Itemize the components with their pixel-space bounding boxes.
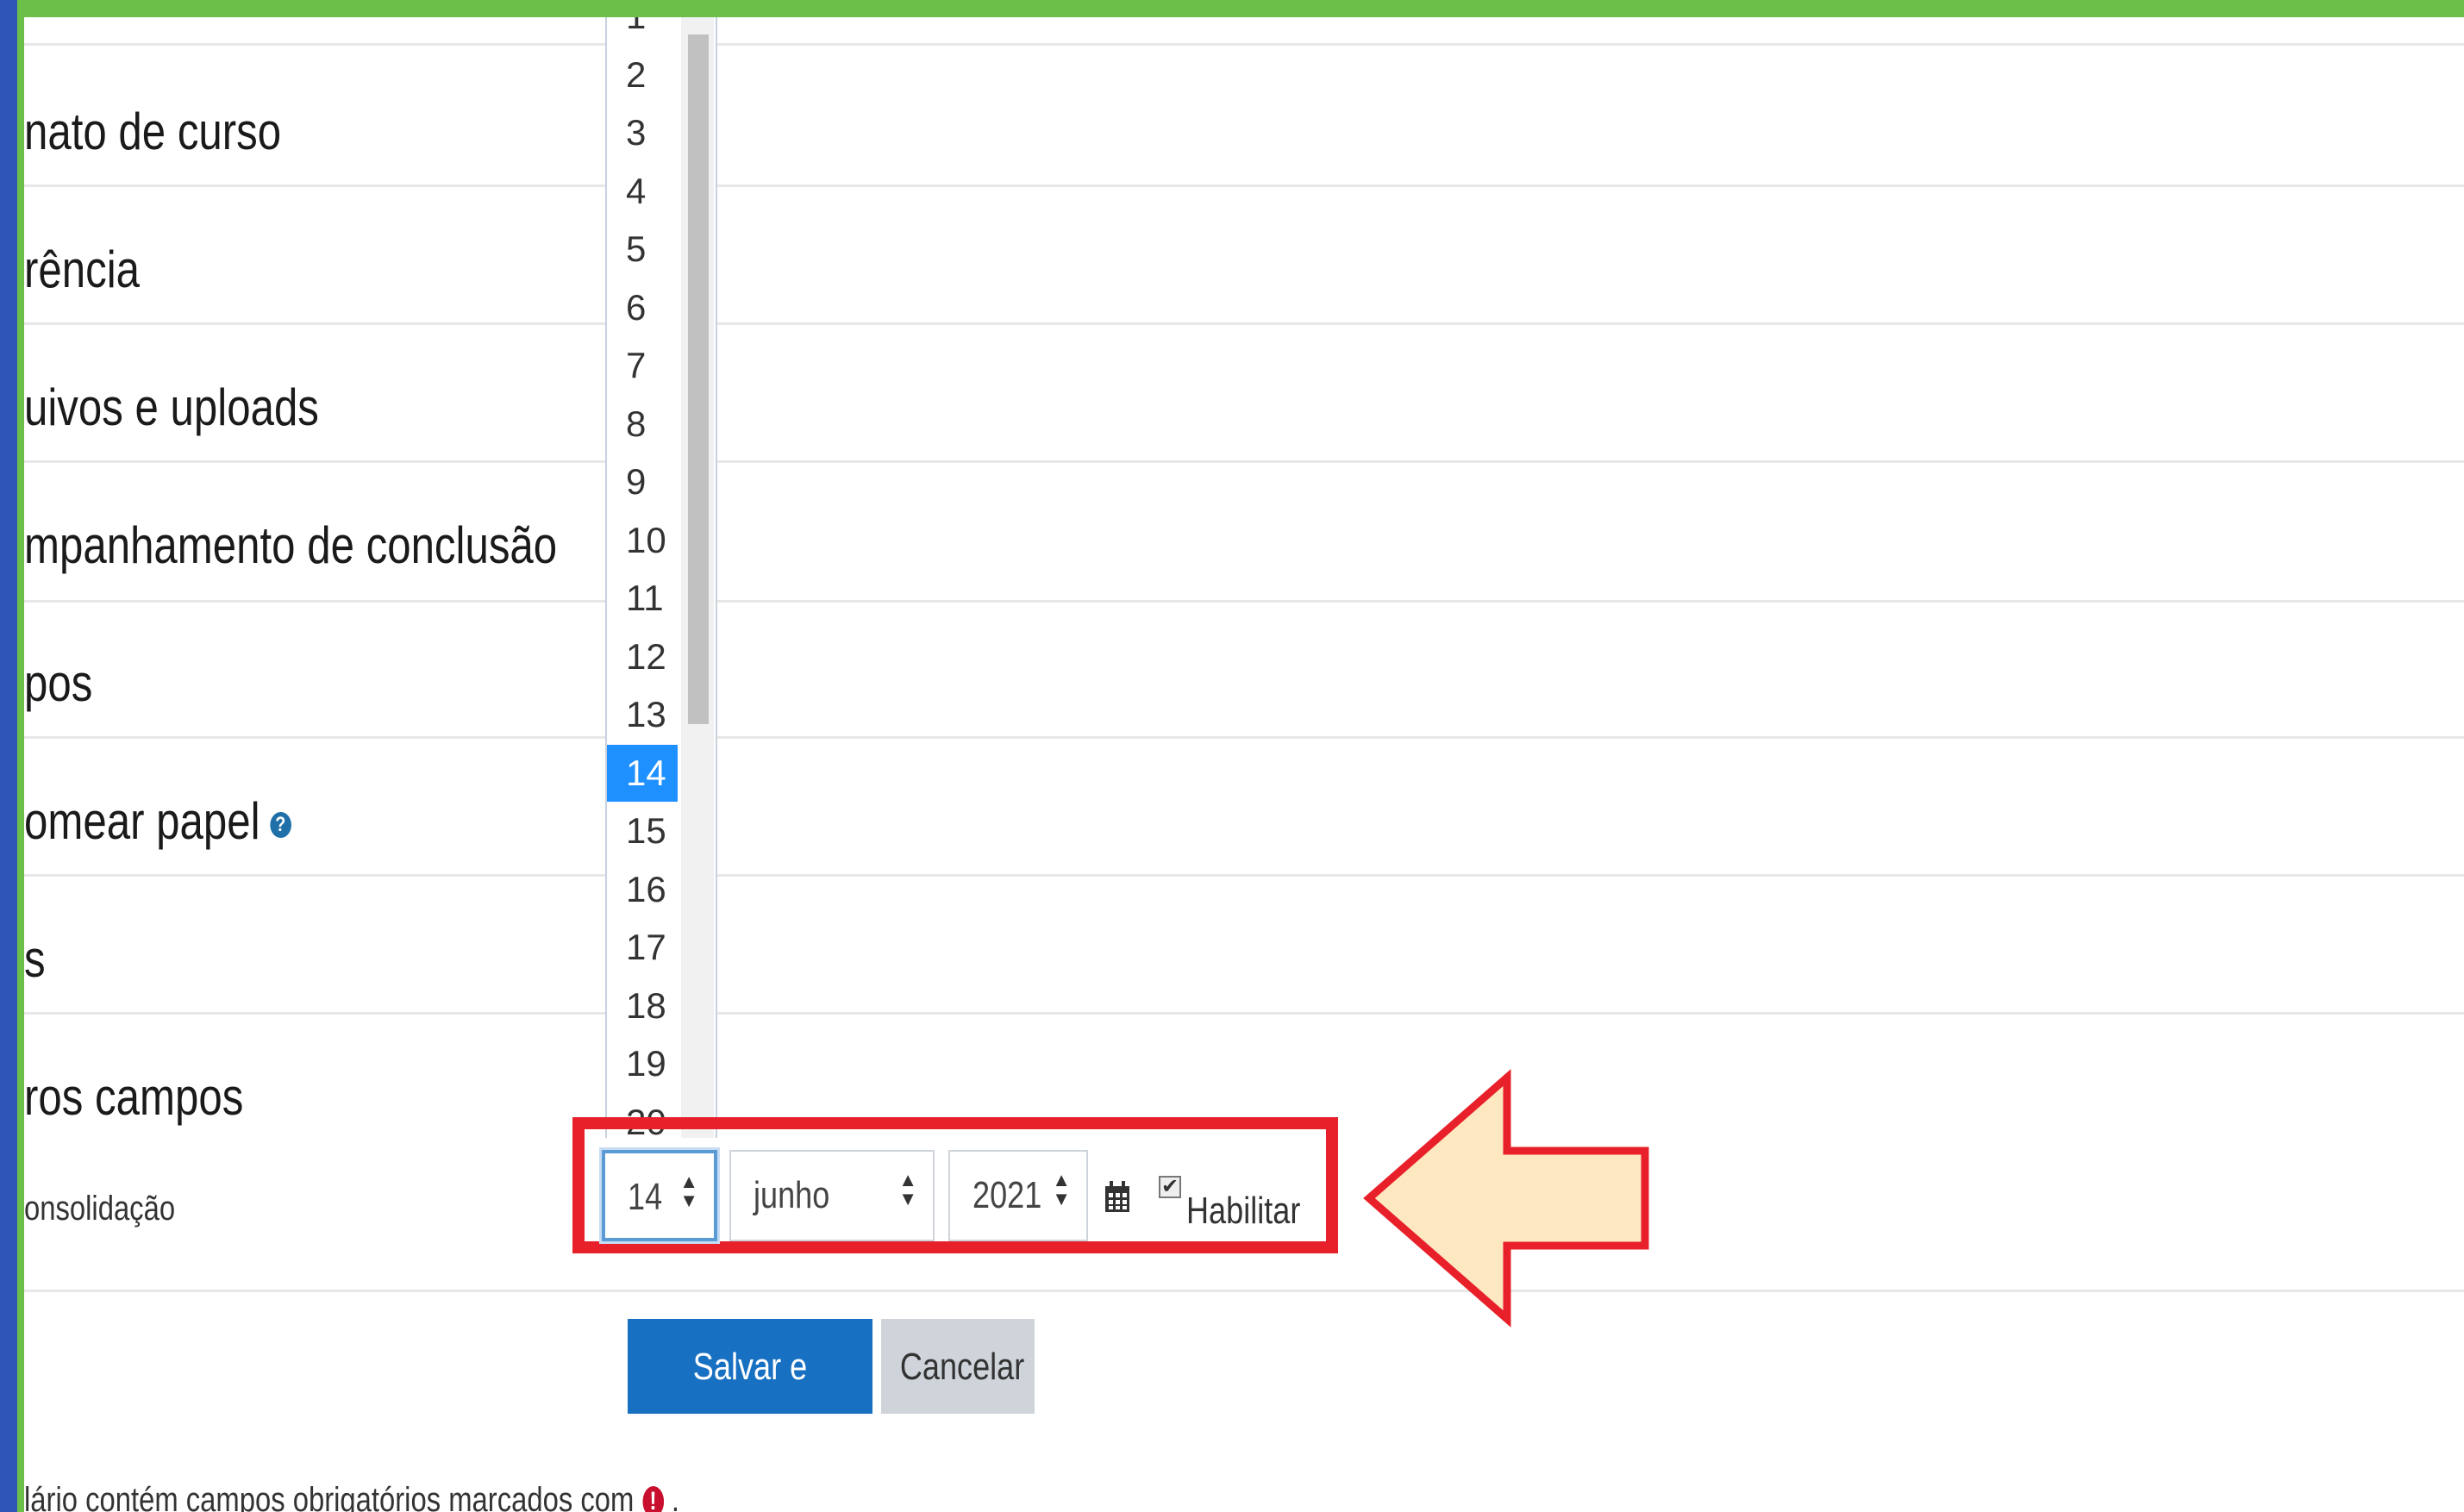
day-dropdown-list[interactable]: 1234567891011121314151617181920 xyxy=(605,17,717,1138)
section-groups[interactable]: pos xyxy=(24,653,92,713)
calendar-icon[interactable] xyxy=(1104,1179,1131,1218)
dropdown-option[interactable]: 10 xyxy=(607,512,678,569)
dropdown-option[interactable]: 9 xyxy=(607,453,678,510)
dropdown-option[interactable]: 13 xyxy=(607,686,678,743)
dropdown-option[interactable]: 8 xyxy=(607,396,678,453)
save-and-display-button[interactable]: Salvar e mostrar xyxy=(628,1319,872,1483)
divider xyxy=(24,736,2464,739)
save-button-label: Salvar e mostrar xyxy=(692,1346,808,1483)
left-arrow-icon xyxy=(1363,1069,1649,1328)
dropdown-option[interactable]: 7 xyxy=(607,337,678,394)
select-arrows-icon: ▲ ▼ xyxy=(1052,1169,1071,1209)
frame-top-border xyxy=(0,0,2464,17)
cancel-button-label: Cancelar xyxy=(899,1346,1025,1388)
day-select-value: 14 xyxy=(628,1176,663,1218)
dropdown-option[interactable]: 15 xyxy=(607,803,678,859)
month-select[interactable]: junho ▲ ▼ xyxy=(729,1150,935,1241)
enable-label: Habilitar xyxy=(1186,1190,1301,1232)
divider xyxy=(24,600,2464,603)
dropdown-scroll-thumb[interactable] xyxy=(688,34,709,724)
divider xyxy=(24,1290,2464,1292)
footer-trailing: . xyxy=(671,1481,679,1512)
required-fields-note: lário contém campos obrigatórios marcado… xyxy=(24,1481,679,1512)
divider xyxy=(24,184,2464,187)
section-role-renaming[interactable]: omear papel? xyxy=(24,791,291,851)
consolidation-date-label: onsolidação xyxy=(24,1190,176,1228)
section-other-fields[interactable]: ros campos xyxy=(24,1067,243,1127)
divider xyxy=(24,460,2464,463)
dropdown-option[interactable]: 1 xyxy=(607,17,678,45)
frame-left-border xyxy=(0,0,24,1512)
dropdown-option[interactable]: 12 xyxy=(607,628,678,685)
divider xyxy=(24,322,2464,325)
question-circle-icon[interactable]: ? xyxy=(269,812,291,839)
exclamation-circle-icon: ! xyxy=(642,1486,664,1512)
section-tags[interactable]: s xyxy=(24,929,46,989)
dropdown-option[interactable]: 4 xyxy=(607,163,678,220)
cancel-button[interactable]: Cancelar xyxy=(881,1319,1035,1414)
divider xyxy=(24,874,2464,877)
dropdown-option[interactable]: 5 xyxy=(607,221,678,278)
year-select-value: 2021 xyxy=(972,1174,1042,1216)
section-role-renaming-label: omear papel xyxy=(24,792,260,850)
required-fields-note-text: lário contém campos obrigatórios marcado… xyxy=(24,1481,635,1512)
section-appearance[interactable]: rência xyxy=(24,240,140,299)
enable-checkbox[interactable]: ✔ xyxy=(1159,1176,1181,1198)
section-files-uploads[interactable]: uivos e uploads xyxy=(24,378,319,437)
day-select[interactable]: 14 ▲ ▼ xyxy=(602,1150,717,1241)
dropdown-option[interactable]: 14 xyxy=(607,744,678,802)
dropdown-option[interactable]: 19 xyxy=(607,1035,678,1092)
month-select-value: junho xyxy=(754,1174,830,1216)
section-completion-tracking[interactable]: mpanhamento de conclusão xyxy=(24,515,557,575)
divider xyxy=(24,43,2464,46)
dropdown-option[interactable]: 17 xyxy=(607,919,678,976)
course-settings-page: nato de curso rência uivos e uploads mpa… xyxy=(24,17,2464,1512)
divider xyxy=(24,1012,2464,1015)
dropdown-option[interactable]: 6 xyxy=(607,279,678,336)
select-arrows-icon: ▲ ▼ xyxy=(679,1171,698,1211)
select-arrows-icon: ▲ ▼ xyxy=(898,1169,917,1209)
dropdown-option[interactable]: 18 xyxy=(607,978,678,1034)
dropdown-option[interactable]: 2 xyxy=(607,47,678,103)
year-select[interactable]: 2021 ▲ ▼ xyxy=(948,1150,1088,1241)
dropdown-option[interactable]: 16 xyxy=(607,861,678,918)
section-course-format[interactable]: nato de curso xyxy=(24,102,281,161)
dropdown-option[interactable]: 11 xyxy=(607,570,678,627)
dropdown-option[interactable]: 3 xyxy=(607,104,678,161)
